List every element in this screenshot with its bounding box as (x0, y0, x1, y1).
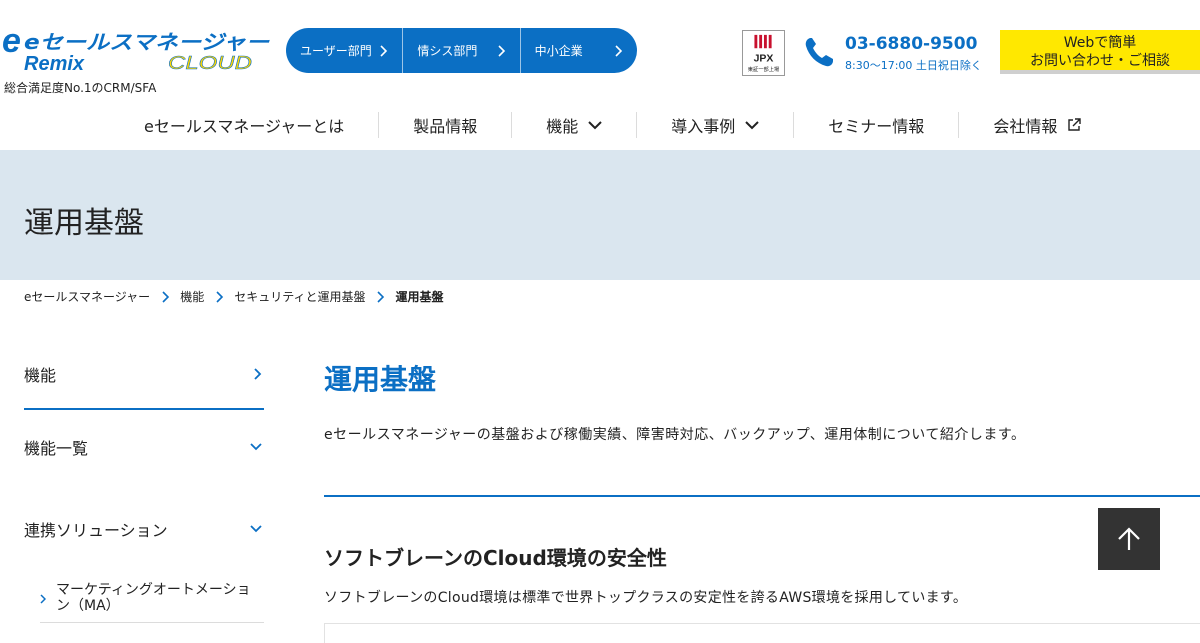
arrow-up-icon (1118, 527, 1140, 550)
seg-item-label: 中小企業 (534, 44, 583, 58)
seg-item-label: 情シス部門 (417, 44, 478, 58)
sidebar-item-integration[interactable]: 連携ソリューション (24, 484, 264, 574)
chevron-down-icon (588, 120, 602, 129)
chevron-right-icon (216, 290, 224, 303)
chevron-down-icon (250, 525, 262, 533)
svg-text:e: e (2, 28, 21, 60)
sidebar-item-features[interactable]: 機能 (24, 340, 264, 410)
external-link-icon (1068, 118, 1082, 131)
chevron-right-icon (498, 44, 505, 57)
content-lead: eセールスマネージャーの基盤および稼働実績、障害時対応、バックアップ、運用体制に… (324, 427, 1026, 443)
hero-band: 運用基盤 (0, 150, 1200, 280)
phone-icon (805, 38, 833, 67)
seg-item-label: ユーザー部門 (300, 44, 372, 58)
main-content: 運用基盤 eセールスマネージャーの基盤および稼働実績、障害時対応、バックアップ、… (324, 350, 1200, 643)
logo-line1: eセールスマネージャー (24, 30, 270, 54)
content-title: 運用基盤 (324, 363, 437, 396)
jpx-badge-icon: JPX 東証一部上場 (742, 30, 785, 76)
sidebar-item-label: 連携ソリューション (24, 521, 168, 540)
breadcrumb-home[interactable]: eセールスマネージャー (24, 288, 150, 305)
logo-line3: CLOUD (168, 53, 252, 73)
contact-line1: Webで簡単 (1063, 35, 1137, 51)
chevron-right-icon (162, 290, 170, 303)
main-nav: eセールスマネージャーとは 製品情報 機能 導入事例 セミナー情報 会社情報 (110, 108, 1115, 142)
nav-item-label: 機能 (546, 117, 579, 136)
nav-item-products[interactable]: 製品情報 (379, 112, 513, 138)
section-text: ソフトブレーンのCloud環境は標準で世界トップクラスの安定性を誇るAWS環境を… (324, 590, 968, 606)
logo-line2: Remix (24, 53, 85, 74)
jpx-label: JPX (754, 54, 774, 65)
sidebar: 機能 機能一覧 連携ソリューション マーケティングオートメーション（MA） (24, 340, 264, 623)
breadcrumb-current: 運用基盤 (395, 290, 444, 304)
nav-item-label: eセールスマネージャーとは (144, 117, 345, 136)
nav-item-label: 製品情報 (413, 117, 478, 136)
seg-item-user[interactable]: ユーザー部門 (286, 28, 404, 73)
hero-title: 運用基盤 (24, 206, 144, 241)
nav-item-about[interactable]: eセールスマネージャーとは (110, 112, 380, 138)
content-divider (324, 495, 1200, 497)
brand-logo[interactable]: e eセールスマネージャー Remix CLOUD (2, 28, 272, 74)
phone-number[interactable]: 03-6880-9500 (845, 34, 977, 54)
nav-item-features[interactable]: 機能 (512, 112, 638, 138)
site-header: e eセールスマネージャー Remix CLOUD 総合満足度No.1のCRM/… (0, 0, 1200, 100)
contact-line2: お問い合わせ・ご相談 (1030, 53, 1170, 69)
segment-nav: ユーザー部門 情シス部門 中小企業 (286, 28, 637, 73)
nav-item-label: セミナー情報 (828, 117, 925, 136)
content-box (324, 623, 1200, 643)
chevron-right-icon (380, 44, 388, 57)
seg-item-smb[interactable]: 中小企業 (521, 28, 637, 73)
sidebar-subitem-ma[interactable]: マーケティングオートメーション（MA） (40, 574, 264, 623)
chevron-down-icon (250, 443, 262, 451)
chevron-down-icon (745, 120, 760, 129)
chevron-right-icon (254, 368, 262, 380)
nav-item-company[interactable]: 会社情報 (959, 112, 1115, 138)
breadcrumb-features[interactable]: 機能 (180, 288, 204, 305)
nav-item-seminar[interactable]: セミナー情報 (794, 112, 960, 138)
sidebar-item-label: 機能 (24, 366, 57, 385)
nav-item-cases[interactable]: 導入事例 (637, 112, 795, 138)
sidebar-item-label: 機能一覧 (24, 439, 89, 458)
brand-tagline: 総合満足度No.1のCRM/SFA (4, 81, 157, 95)
chevron-right-icon (377, 290, 385, 303)
nav-item-label: 導入事例 (671, 117, 736, 136)
contact-button[interactable]: Webで簡単 お問い合わせ・ご相談 (1000, 30, 1200, 74)
section-title: ソフトブレーンのCloud環境の安全性 (324, 546, 667, 570)
sidebar-item-feature-list[interactable]: 機能一覧 (24, 410, 264, 484)
back-to-top-button[interactable] (1098, 508, 1160, 570)
phone-hours: 8:30～17:00 土日祝日除く (845, 59, 982, 72)
seg-item-it[interactable]: 情シス部門 (403, 28, 521, 73)
breadcrumb-security[interactable]: セキュリティと運用基盤 (234, 288, 365, 305)
chevron-right-icon (615, 44, 623, 57)
sidebar-subitem-label: マーケティングオートメーション（MA） (56, 582, 251, 614)
chevron-right-icon (40, 594, 46, 604)
nav-item-label: 会社情報 (993, 117, 1058, 136)
breadcrumb: eセールスマネージャー 機能 セキュリティと運用基盤 運用基盤 (24, 288, 444, 305)
jpx-sub: 東証一部上場 (748, 65, 780, 73)
